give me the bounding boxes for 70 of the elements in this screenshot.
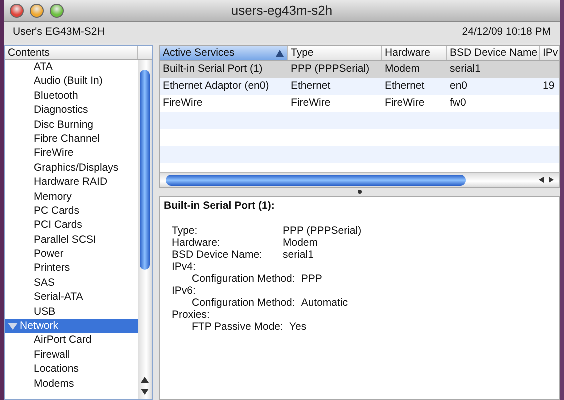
sidebar-item[interactable]: AirPort Card — [5, 333, 138, 348]
property-label: Configuration Method: — [192, 272, 296, 285]
sort-ascending-icon — [276, 50, 284, 56]
sidebar-item[interactable]: PCI Cards — [5, 218, 138, 233]
sidebar-item[interactable]: Audio (Built In) — [5, 74, 138, 89]
sidebar-item[interactable]: Parallel SCSI — [5, 232, 138, 248]
property-value: PPP — [301, 272, 322, 285]
property-label: Configuration Method: — [192, 296, 296, 309]
table-cell-text: Ethernet — [384, 79, 426, 94]
property-value: serial1 — [283, 248, 314, 261]
table-row[interactable]: Ethernet Adaptor (en0) Ethernet Ethernet en0 19 — [160, 78, 559, 95]
table-cell-text: Modem — [384, 62, 422, 77]
computer-name: User's EG43M-S2H — [13, 26, 105, 39]
close-button[interactable] — [10, 4, 24, 18]
sidebar-item[interactable]: Printers — [5, 261, 138, 276]
sidebar-item[interactable]: PC Cards — [5, 204, 138, 218]
property-label: IPv6: — [172, 284, 196, 297]
table-cell-text: PPP (PPPSerial) — [290, 62, 371, 77]
zoom-button[interactable] — [50, 4, 64, 18]
minimize-button[interactable] — [30, 4, 44, 18]
table-cell-text: 19 — [542, 79, 556, 94]
sidebar-item[interactable]: Diagnostics — [5, 103, 138, 118]
column-header[interactable]: Type — [288, 46, 382, 60]
column-header[interactable]: Hardware — [382, 46, 447, 60]
detail-title: Built-in Serial Port (1): — [164, 200, 276, 213]
column-header[interactable]: BSD Device Name — [447, 46, 540, 60]
table-cell-text: en0 — [449, 79, 469, 94]
sidebar-item[interactable]: Serial-ATA — [5, 290, 138, 305]
property-value: Yes — [289, 320, 307, 333]
column-header[interactable]: Active Services — [160, 46, 288, 60]
property-value: Modem — [283, 236, 318, 249]
sidebar-item[interactable]: Graphics/Displays — [5, 160, 138, 176]
sidebar-item[interactable]: Bluetooth — [5, 88, 138, 104]
table-cell-text: fw0 — [449, 96, 468, 111]
sidebar-item[interactable]: Disc Burning — [5, 118, 138, 132]
table-row[interactable]: Built-in Serial Port (1) PPP (PPPSerial) Modem serial1 — [160, 61, 559, 78]
sidebar-item[interactable]: Locations — [5, 362, 138, 377]
expanded-triangle-icon[interactable] — [8, 322, 18, 331]
sidebar-item[interactable]: ATA — [5, 60, 138, 74]
table-cell-text: FireWire — [162, 96, 204, 111]
sidebar-item[interactable]: USB — [5, 304, 138, 320]
window-title: users-eg43m-s2h — [231, 2, 333, 18]
sidebar-item[interactable]: FireWire — [5, 146, 138, 161]
property-label: IPv4: — [172, 260, 196, 273]
property-label: Type: — [172, 224, 199, 237]
table-cell-text: FireWire — [290, 96, 332, 111]
table-cell-text: FireWire — [384, 96, 426, 111]
property-value: Automatic — [301, 296, 348, 309]
sidebar-item[interactable]: Memory — [5, 190, 138, 204]
property-label: Proxies: — [172, 308, 210, 321]
table-cell-text: Ethernet — [290, 79, 332, 94]
sidebar-item[interactable]: Power — [5, 247, 138, 262]
column-header[interactable]: IPv — [540, 46, 559, 60]
property-value: PPP (PPPSerial) — [283, 224, 362, 237]
sidebar-item[interactable]: Fibre Channel — [5, 132, 138, 146]
sidebar-item[interactable]: Hardware RAID — [5, 175, 138, 190]
column-header: Contents — [5, 46, 138, 59]
table-cell-text: Built-in Serial Port (1) — [162, 62, 264, 77]
property-label: FTP Passive Mode: — [192, 320, 284, 333]
splitter-handle-icon[interactable] — [358, 190, 362, 194]
sidebar-item[interactable]: SAS — [5, 276, 138, 290]
sidebar-item[interactable]: Firewall — [5, 348, 138, 362]
date-time: 24/12/09 10:18 PM — [462, 26, 551, 39]
table-cell-text: serial1 — [449, 62, 482, 77]
sidebar-item[interactable]: Network — [5, 319, 138, 334]
sidebar-item[interactable]: Modems — [5, 376, 138, 391]
property-label: Hardware: — [172, 236, 222, 249]
table-row[interactable]: FireWire FireWire FireWire fw0 — [160, 95, 559, 112]
property-label: BSD Device Name: — [172, 248, 264, 261]
table-cell-text: Ethernet Adaptor (en0) — [162, 79, 270, 94]
